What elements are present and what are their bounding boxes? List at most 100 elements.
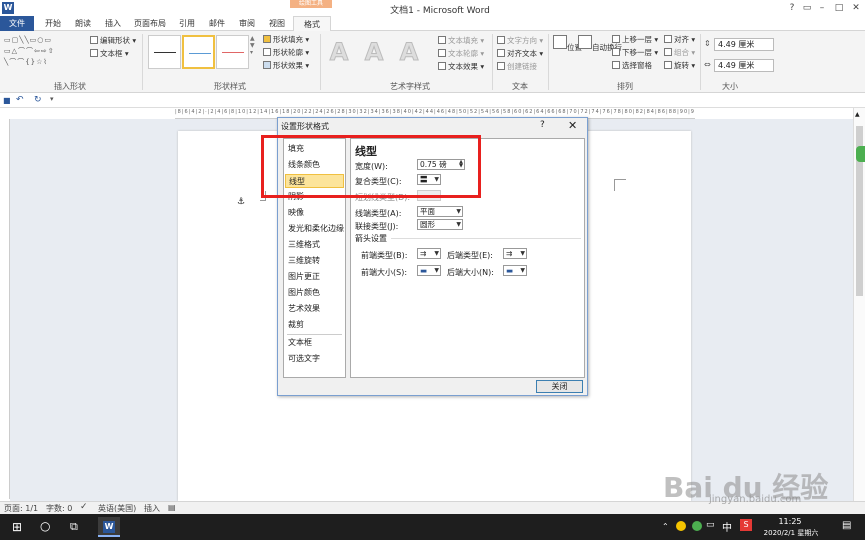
macro-icon[interactable]: ▤ [168,503,176,512]
text-outline-button[interactable]: 文本轮廓 ▾ [438,48,484,59]
close-button[interactable]: 关闭 [536,380,583,393]
network-icon[interactable]: ▭ [706,520,715,530]
end-type-dropdown[interactable]: ⇉ ▼ [503,248,527,259]
ribbon-display-icon[interactable]: ▭ [800,2,814,14]
maximize-icon[interactable]: □ [832,2,846,14]
align-button[interactable]: 对齐 ▾ [664,34,695,45]
tab-review[interactable]: 审阅 [234,16,260,31]
word-count[interactable]: 字数: 0 [46,503,72,514]
edit-shape-icon [90,36,98,44]
gallery-scroll-icon[interactable]: ▲ ▼ ▾ [250,35,255,56]
save-icon[interactable]: ■ [3,96,11,105]
end-size-dropdown[interactable]: ▬ ▼ [503,265,527,276]
rotate-button[interactable]: 旋转 ▾ [664,60,695,71]
dialog-help-icon[interactable]: ? [540,120,545,130]
undo-icon[interactable]: ↶ [16,95,24,105]
side-widget-icon[interactable] [856,146,865,162]
word-taskbar-button[interactable]: W [98,517,120,537]
group-button[interactable]: 组合 ▾ [664,47,695,58]
page-count[interactable]: 页面: 1/1 [4,503,38,514]
group-label-insert-shapes: 插入形状 [54,82,86,91]
help-icon[interactable]: ? [785,2,799,14]
wordart-style-1[interactable]: A [326,37,352,67]
text-box-button[interactable]: 文本框 ▾ [90,48,129,59]
position-button[interactable]: 位置 [553,35,582,53]
task-view-icon[interactable]: ⧉ [70,520,78,534]
redo-icon[interactable]: ↻ [34,95,42,105]
tab-format[interactable]: 格式 [293,16,331,32]
dropdown-arrow-icon: ▼ [434,267,439,274]
text-box-icon [90,49,98,57]
dialog-title: 设置形状格式 [281,122,329,131]
ime-indicator[interactable]: 中 [722,519,732,534]
text-effects-button[interactable]: 文本效果 ▾ [438,61,484,72]
category-text-box[interactable]: 文本框 [285,336,344,350]
notifications-icon[interactable]: ▤ [842,520,851,531]
begin-type-dropdown[interactable]: ⇉ ▼ [417,248,441,259]
category-3d-format[interactable]: 三维格式 [285,238,344,252]
category-glow-soft-edges[interactable]: 发光和柔化边缘 [285,222,344,236]
align-text-button[interactable]: 对齐文本 ▾ [497,48,543,59]
chevron-up-icon[interactable]: ⌃ [662,522,669,531]
cap-type-dropdown[interactable]: 平面 ▼ [417,206,463,217]
tab-view[interactable]: 视图 [264,16,290,31]
language-status[interactable]: 英语(美国) [98,503,136,514]
tab-file[interactable]: 文件 [0,16,34,31]
minimize-icon[interactable]: – [815,2,829,14]
category-alt-text[interactable]: 可选文字 [285,352,344,366]
begin-size-dropdown[interactable]: ▬ ▼ [417,265,441,276]
clock-time[interactable]: 11:25 [760,517,820,526]
proofing-icon[interactable]: ✓ [80,502,88,512]
wrap-text-icon [578,35,592,49]
height-input[interactable]: 4.49 厘米 [714,38,774,51]
shape-style-1[interactable] [148,35,181,69]
create-link-button[interactable]: 创建链接 [497,61,537,72]
tab-mailings[interactable]: 邮件 [204,16,230,31]
category-artistic-effects[interactable]: 艺术效果 [285,302,344,316]
vertical-scrollbar[interactable]: ▲ [853,108,865,501]
shape-style-3[interactable] [216,35,249,69]
shape-gallery[interactable]: ▭▢╲╲▭○▭ ▭△⌒⌒⇦⇨⇧ ╲⌒⌒{}☆⌇ [4,35,74,71]
selection-pane-button[interactable]: 选择窗格 [612,60,652,71]
dialog-close-icon[interactable]: ✕ [568,119,577,132]
close-icon[interactable]: ✕ [849,2,863,14]
word-logo-icon[interactable]: W [2,2,14,14]
arrow-settings-heading: 箭头设置 [355,234,387,243]
text-direction-button[interactable]: 文字方向 ▾ [497,35,543,46]
vertical-ruler[interactable] [0,119,10,499]
category-crop[interactable]: 裁剪 [285,318,344,332]
scroll-up-icon[interactable]: ▲ [855,111,860,118]
wordart-style-3[interactable]: A [396,37,422,67]
shape-fill-button[interactable]: 形状填充 ▾ [263,34,309,45]
tab-read-aloud[interactable]: 朗读 [70,16,96,31]
tray-app-icon[interactable] [676,521,686,531]
category-picture-color[interactable]: 图片颜色 [285,286,344,300]
shape-effects-button[interactable]: 形状效果 ▾ [263,60,309,71]
tray-app-icon-2[interactable] [692,521,702,531]
send-backward-button[interactable]: 下移一层 ▾ [612,47,658,58]
insert-mode[interactable]: 插入 [144,503,160,514]
windows-start-icon[interactable]: ⊞ [12,520,22,534]
width-input[interactable]: 4.49 厘米 [714,59,774,72]
clock-date[interactable]: 2020/2/1 星期六 [758,528,824,538]
ime-app-icon[interactable]: S [740,519,752,531]
tab-page-layout[interactable]: 页面布局 [130,16,170,31]
wordart-style-2[interactable]: A [361,37,387,67]
text-fill-button[interactable]: 文本填充 ▾ [438,35,484,46]
bring-forward-button[interactable]: 上移一层 ▾ [612,34,658,45]
category-3d-rotation[interactable]: 三维旋转 [285,254,344,268]
wrap-text-button[interactable]: 自动换行 [578,35,622,53]
shape-effects-icon [263,61,271,69]
tab-references[interactable]: 引用 [174,16,200,31]
customize-qat-icon[interactable]: ▾ [50,95,54,103]
tab-insert[interactable]: 插入 [100,16,126,31]
join-type-dropdown[interactable]: 圆形 ▼ [417,219,463,230]
category-divider [287,334,342,335]
tab-home[interactable]: 开始 [40,16,66,31]
edit-shape-button[interactable]: 编辑形状 ▾ [90,35,136,46]
shape-outline-button[interactable]: 形状轮廓 ▾ [263,47,309,58]
shape-style-2[interactable] [182,35,215,69]
category-reflection[interactable]: 映像 [285,206,344,220]
category-picture-corrections[interactable]: 图片更正 [285,270,344,284]
search-icon[interactable]: ○ [40,519,50,533]
